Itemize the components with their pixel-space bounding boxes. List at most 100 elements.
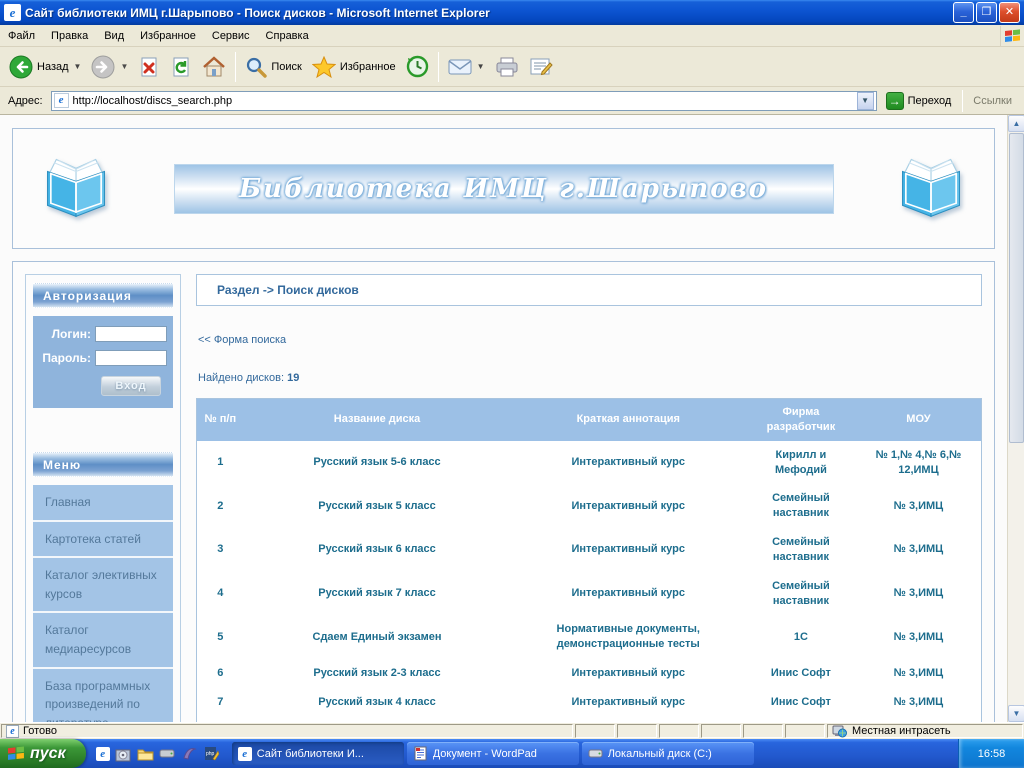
- refresh-button[interactable]: [165, 53, 197, 81]
- quick-launch-bar: e php: [86, 739, 230, 768]
- menu-edit[interactable]: Правка: [43, 27, 96, 45]
- minimize-button[interactable]: _: [953, 2, 974, 23]
- table-row: 7Русский язык 4 классИнтерактивный курсИ…: [197, 688, 982, 717]
- table-row: 6Русский язык 2-3 классИнтерактивный кур…: [197, 659, 982, 688]
- quicklaunch-ie-icon[interactable]: e: [96, 747, 110, 761]
- history-button[interactable]: [401, 52, 434, 81]
- restore-button[interactable]: ❐: [976, 2, 997, 23]
- quicklaunch-swoosh-icon[interactable]: [181, 745, 198, 762]
- print-icon: [495, 57, 519, 77]
- refresh-icon: [170, 56, 192, 78]
- address-label: Адрес:: [4, 95, 47, 107]
- menu-tools[interactable]: Сервис: [204, 27, 258, 45]
- status-text: Готово: [23, 725, 57, 737]
- edit-icon: [529, 57, 553, 77]
- status-bar: e Готово Местная интрасеть: [0, 722, 1024, 739]
- book-icon-left: [41, 158, 111, 220]
- sidebar-item-media-catalog[interactable]: Каталог медиаресурсов: [33, 613, 173, 668]
- table-header-row: № п/п Название диска Краткая аннотация Ф…: [197, 399, 982, 441]
- mail-icon: [448, 58, 472, 76]
- print-button[interactable]: [490, 54, 524, 80]
- back-dropdown-icon[interactable]: ▼: [74, 62, 82, 71]
- col-disc-name: Название диска: [244, 399, 511, 441]
- status-page-icon: e: [6, 725, 19, 738]
- close-button[interactable]: ✕: [999, 2, 1020, 23]
- address-input[interactable]: e http://localhost/discs_search.php ▼: [51, 91, 877, 111]
- search-form-link[interactable]: << Форма поиска: [198, 334, 286, 346]
- back-icon: [9, 55, 33, 79]
- quicklaunch-installer-icon[interactable]: [115, 745, 132, 762]
- task-ie-library-site[interactable]: e Сайт библиотеки И...: [232, 742, 404, 765]
- svg-text:php: php: [206, 751, 215, 757]
- task-wordpad-document[interactable]: Документ - WordPad: [407, 742, 579, 765]
- vertical-scrollbar[interactable]: ▲ ▼: [1007, 115, 1024, 722]
- table-row: 1Русский язык 5-6 классИнтерактивный кур…: [197, 441, 982, 485]
- task-drive-icon: [588, 746, 603, 761]
- col-firm: Фирма разработчик: [746, 399, 856, 441]
- table-row: 4Русский язык 7 классИнтерактивный курсС…: [197, 572, 982, 616]
- title-bar: e Сайт библиотеки ИМЦ г.Шарыпово - Поиск…: [0, 0, 1024, 25]
- col-mou: МОУ: [856, 399, 982, 441]
- address-bar: Адрес: e http://localhost/discs_search.p…: [0, 87, 1024, 115]
- page-favicon: e: [54, 93, 69, 108]
- address-url[interactable]: http://localhost/discs_search.php: [73, 95, 857, 107]
- stop-button[interactable]: [133, 53, 165, 81]
- site-header: Библиотека ИМЦ г.Шарыпово: [12, 128, 995, 249]
- scroll-up-icon[interactable]: ▲: [1008, 115, 1024, 132]
- toolbar: Назад ▼ ▼ Поиск: [0, 47, 1024, 87]
- favorites-star-icon: [312, 56, 336, 78]
- quicklaunch-php-editor-icon[interactable]: php: [203, 745, 220, 762]
- search-button[interactable]: Поиск: [240, 53, 306, 81]
- mail-button[interactable]: ▼: [443, 55, 490, 79]
- table-row: 3Русский язык 6 классИнтерактивный курсС…: [197, 528, 982, 572]
- menu-header: Меню: [33, 452, 173, 477]
- scrollbar-thumb[interactable]: [1009, 133, 1024, 443]
- auth-header: Авторизация: [33, 283, 173, 308]
- task-local-disk-c[interactable]: Локальный диск (C:): [582, 742, 754, 765]
- login-panel: Логин: Пароль: Вход: [33, 316, 173, 408]
- mail-dropdown-icon[interactable]: ▼: [477, 62, 485, 71]
- login-label: Логин:: [52, 327, 91, 341]
- sidebar-item-elective-courses[interactable]: Каталог элективных курсов: [33, 558, 173, 613]
- clock[interactable]: 16:58: [978, 748, 1006, 760]
- go-button[interactable]: → Переход: [881, 91, 957, 111]
- sidebar-item-literature-db[interactable]: База программных произведений по литерат…: [33, 669, 173, 722]
- quicklaunch-folder-icon[interactable]: [137, 745, 154, 762]
- browser-viewport: Библиотека ИМЦ г.Шарыпово Авторизация Ло…: [0, 115, 1024, 722]
- search-icon: [245, 56, 267, 78]
- scroll-down-icon[interactable]: ▼: [1008, 705, 1024, 722]
- home-button[interactable]: [197, 53, 231, 81]
- window-title: Сайт библиотеки ИМЦ г.Шарыпово - Поиск д…: [25, 6, 951, 20]
- go-arrow-icon: →: [886, 92, 904, 110]
- found-count: 19: [287, 372, 299, 384]
- sidebar-menu: Главная Картотека статей Каталог электив…: [33, 485, 173, 722]
- sidebar-item-articles[interactable]: Картотека статей: [33, 522, 173, 559]
- quicklaunch-drive-icon[interactable]: [159, 745, 176, 762]
- start-button[interactable]: пуск: [0, 739, 86, 768]
- login-input[interactable]: [95, 326, 167, 342]
- forward-button[interactable]: ▼: [86, 52, 133, 82]
- task-ie-icon: e: [238, 747, 252, 761]
- sidebar-item-home[interactable]: Главная: [33, 485, 173, 522]
- history-icon: [406, 55, 429, 78]
- ie-window-icon: e: [4, 4, 21, 21]
- links-label[interactable]: Ссылки: [969, 95, 1020, 107]
- forward-dropdown-icon[interactable]: ▼: [120, 62, 128, 71]
- table-row: 2Русский язык 5 классИнтерактивный курсС…: [197, 484, 982, 528]
- forward-icon: [91, 55, 115, 79]
- sidebar: Авторизация Логин: Пароль: Вход Меню Гла…: [25, 274, 181, 722]
- menu-favorites[interactable]: Избранное: [132, 27, 204, 45]
- edit-button[interactable]: [524, 54, 558, 80]
- menu-help[interactable]: Справка: [258, 27, 317, 45]
- login-submit-button[interactable]: Вход: [101, 376, 161, 396]
- page-body: Авторизация Логин: Пароль: Вход Меню Гла…: [12, 261, 995, 722]
- back-button[interactable]: Назад ▼: [4, 52, 86, 82]
- password-input[interactable]: [95, 350, 167, 366]
- stop-icon: [138, 56, 160, 78]
- address-dropdown-icon[interactable]: ▼: [857, 92, 874, 110]
- col-number: № п/п: [197, 399, 244, 441]
- menu-file[interactable]: Файл: [0, 27, 43, 45]
- found-discs-line: Найдено дисков: 19: [198, 372, 982, 384]
- favorites-button[interactable]: Избранное: [307, 53, 401, 81]
- menu-view[interactable]: Вид: [96, 27, 132, 45]
